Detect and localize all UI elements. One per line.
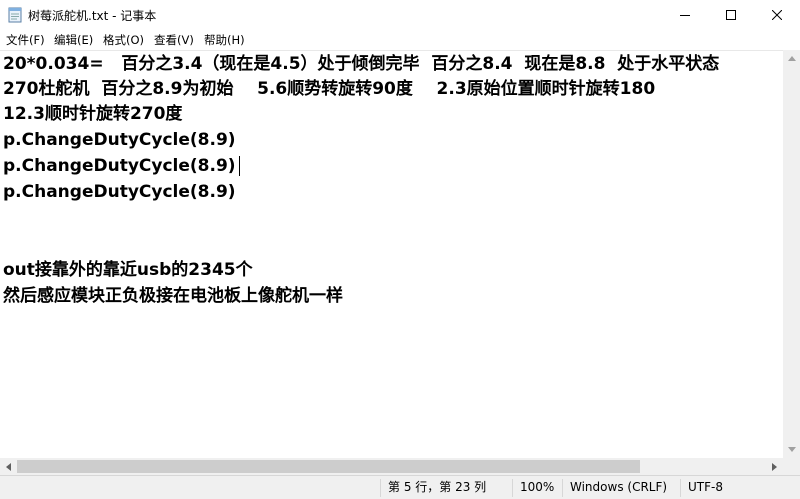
status-zoom: 100% — [520, 480, 555, 494]
text-line: p.ChangeDutyCycle(8.9) — [3, 182, 236, 202]
text-caret — [239, 156, 240, 176]
text-line: p.ChangeDutyCycle(8.9) — [3, 156, 236, 176]
horizontal-scroll-thumb[interactable] — [17, 460, 640, 473]
menu-file[interactable]: 文件(F) — [6, 32, 45, 48]
scroll-up-icon[interactable] — [783, 50, 800, 67]
status-line-ending: Windows (CRLF) — [570, 480, 668, 494]
scroll-left-icon[interactable] — [0, 458, 17, 475]
horizontal-scrollbar[interactable] — [0, 458, 783, 475]
text-line: 然后感应模块正负极接在电池板上像舵机一样 — [3, 286, 343, 306]
menu-format[interactable]: 格式(O) — [103, 32, 144, 48]
scroll-down-icon[interactable] — [783, 441, 800, 458]
text-line: 12.3顺时针旋转270度 — [3, 104, 183, 124]
title-bar: 树莓派舵机.txt - 记事本 — [0, 0, 800, 30]
vertical-scrollbar[interactable] — [783, 50, 800, 458]
notepad-icon — [8, 7, 22, 23]
window-title: 树莓派舵机.txt - 记事本 — [28, 9, 157, 23]
menu-bar: 文件(F) 编辑(E) 格式(O) 查看(V) 帮助(H) — [0, 30, 800, 50]
status-divider — [562, 479, 563, 497]
text-line: 20*0.034= 百分之3.4（现在是4.5）处于倾倒完毕 百分之8.4 现在… — [3, 54, 720, 74]
menu-help[interactable]: 帮助(H) — [204, 32, 245, 48]
maximize-icon — [726, 10, 736, 20]
status-bar: 第 5 行，第 23 列 100% Windows (CRLF) UTF-8 — [0, 475, 800, 499]
text-line: 270杜舵机 百分之8.9为初始 5.6顺势转旋转90度 2.3原始位置顺时针旋… — [3, 79, 656, 99]
status-divider — [512, 479, 513, 497]
text-line: p.ChangeDutyCycle(8.9) — [3, 130, 236, 150]
menu-edit[interactable]: 编辑(E) — [54, 32, 93, 48]
scroll-right-icon[interactable] — [766, 458, 783, 475]
maximize-button[interactable] — [708, 0, 754, 30]
menu-view[interactable]: 查看(V) — [154, 32, 194, 48]
status-divider — [380, 479, 381, 497]
text-line: out接靠外的靠近usb的2345个 — [3, 260, 253, 280]
text-editor[interactable]: 20*0.034= 百分之3.4（现在是4.5）处于倾倒完毕 百分之8.4 现在… — [0, 50, 783, 459]
status-position: 第 5 行，第 23 列 — [388, 480, 487, 494]
close-button[interactable] — [754, 0, 800, 30]
scrollbar-corner — [783, 458, 800, 475]
close-icon — [772, 10, 782, 20]
status-divider — [680, 479, 681, 497]
status-encoding: UTF-8 — [688, 480, 723, 494]
minimize-button[interactable] — [662, 0, 708, 30]
minimize-icon — [680, 10, 690, 20]
